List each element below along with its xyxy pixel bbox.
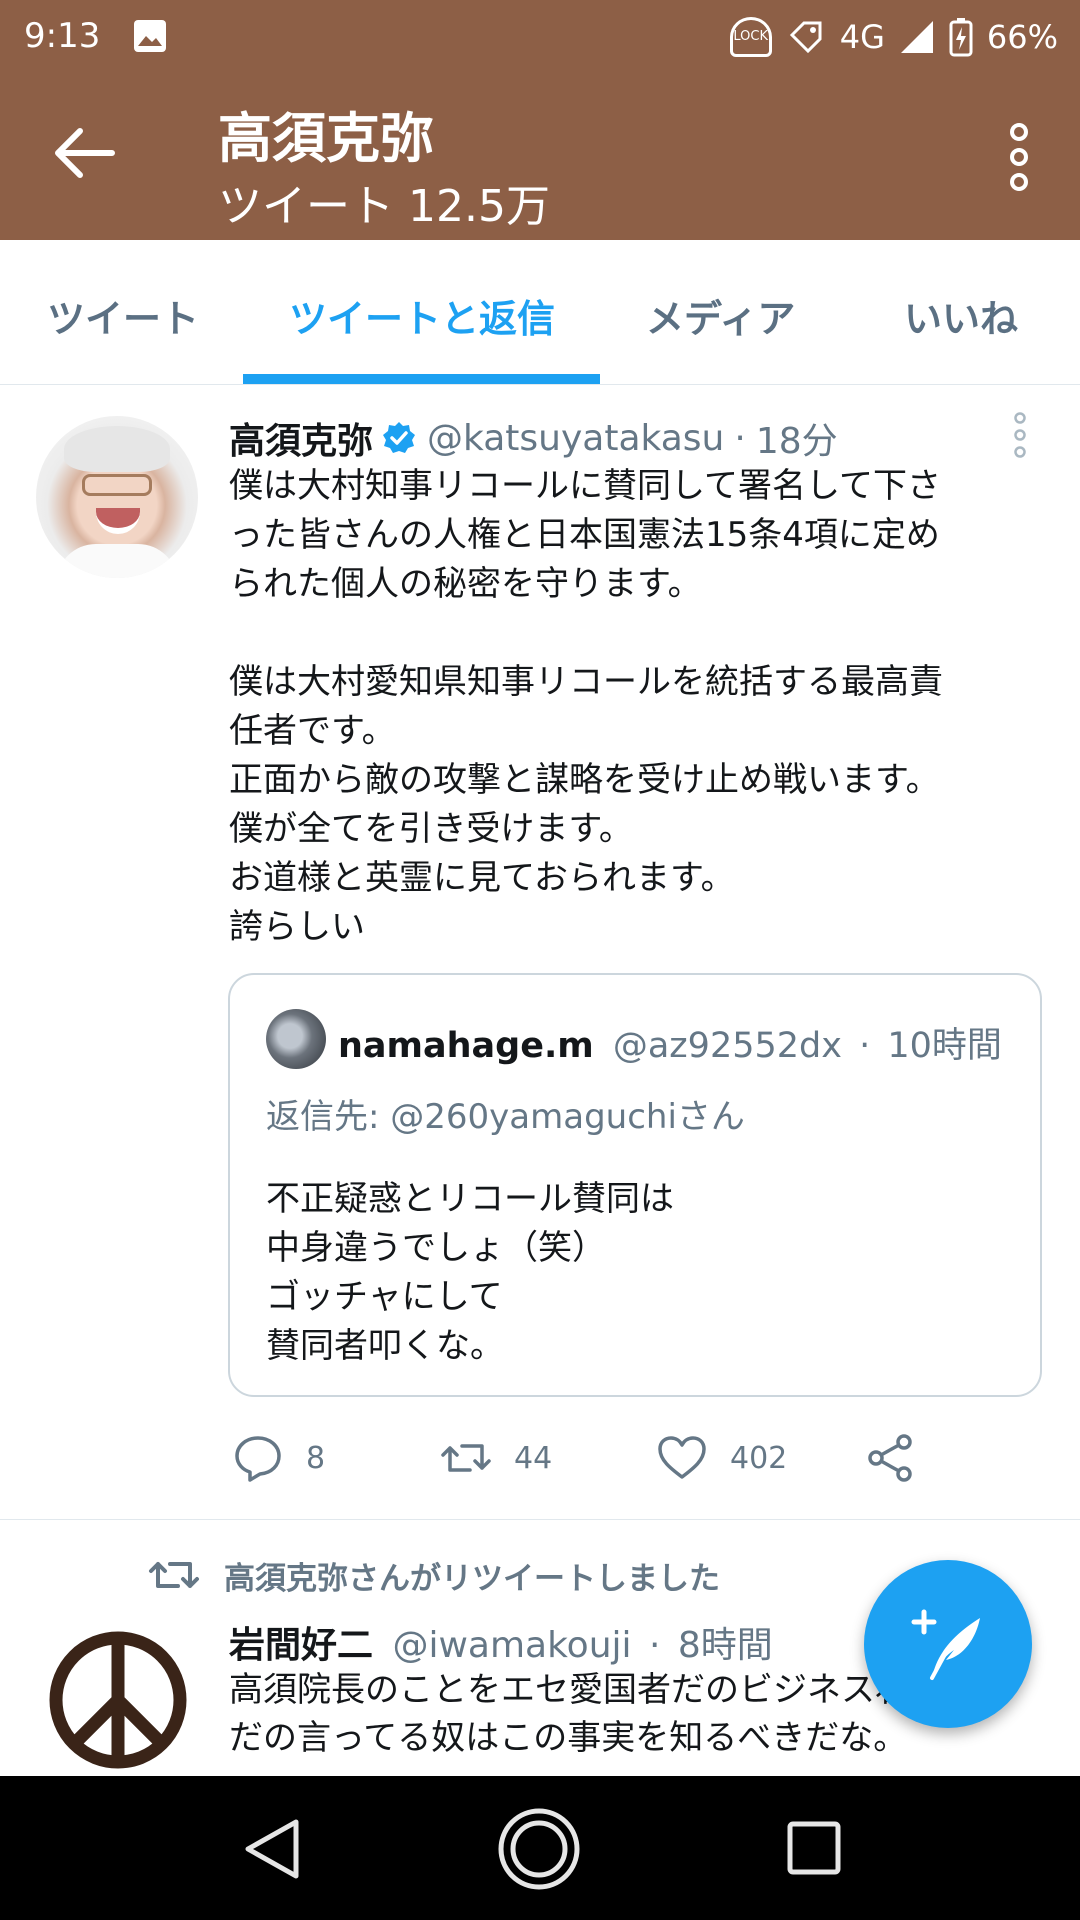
- back-arrow-icon[interactable]: [50, 118, 120, 188]
- retweet-icon: [149, 1562, 199, 1588]
- compose-tweet-button[interactable]: [864, 1560, 1032, 1728]
- tweet-header: 高須克弥 @katsuyatakasu · 18分: [229, 412, 838, 464]
- separator-dot: ·: [734, 417, 746, 459]
- tab-tweets[interactable]: ツイート: [47, 288, 199, 343]
- quoted-avatar: [266, 1009, 326, 1069]
- battery-percent: 66%: [986, 18, 1058, 56]
- status-bar: 9:13 LOCK 4G 66%: [0, 0, 1080, 74]
- retweet-count: 44: [514, 1440, 553, 1476]
- nav-home-icon[interactable]: [496, 1806, 582, 1892]
- tab-likes[interactable]: いいね: [904, 288, 1018, 343]
- tweet-text: 僕は大村知事リコールに賛同して署名して下さ った皆さんの人権と日本国憲法15条4…: [229, 462, 1049, 952]
- avatar[interactable]: [48, 1630, 188, 1770]
- network-type: 4G: [839, 18, 885, 56]
- like-button[interactable]: 402: [656, 1432, 787, 1484]
- tweet-line: られた個人の秘密を守ります。: [229, 564, 702, 604]
- retweet-button[interactable]: 44: [440, 1432, 552, 1484]
- tweet-line: 正面から敵の攻撃と謀略を受け止め戦います。: [229, 760, 940, 800]
- tag-icon: [789, 21, 822, 54]
- quoted-author-handle: @az92552dx: [612, 1026, 842, 1066]
- nav-back-icon[interactable]: [240, 1814, 306, 1884]
- quoted-line: ゴッチャにして: [266, 1277, 503, 1317]
- tweet-header: 岩間好二 @iwamakouji · 8時間: [229, 1616, 773, 1668]
- retweeted-by-text[interactable]: 高須克弥さんがリツイートしました: [224, 1553, 720, 1598]
- tweet-line: 僕は大村愛知県知事リコールを統括する最高責: [229, 662, 943, 702]
- replying-to-handle: @260yamaguchiさん: [390, 1097, 745, 1137]
- compose-feather-icon: [911, 1609, 980, 1680]
- status-time: 9:13: [24, 16, 101, 56]
- tweet-count: ツイート 12.5万: [218, 181, 550, 232]
- avatar[interactable]: [36, 416, 198, 578]
- separator-dot: ·: [859, 1026, 871, 1066]
- battery-icon: [949, 18, 973, 57]
- nav-recents-icon[interactable]: [784, 1818, 844, 1878]
- image-notification-icon: [134, 20, 166, 52]
- replying-to-label: 返信先:: [266, 1097, 391, 1137]
- tab-media[interactable]: メディア: [646, 288, 795, 343]
- tweet-line: 僕は大村知事リコールに賛同して署名して下さ: [229, 466, 941, 506]
- tweet-author-handle[interactable]: @iwamakouji: [392, 1625, 631, 1666]
- profile-header: 高須克弥 ツイート 12.5万: [0, 74, 1080, 240]
- share-icon: [868, 1434, 912, 1482]
- tweet-author-name[interactable]: 高須克弥: [229, 412, 373, 464]
- tweet-line: 僕が全てを引き受けます。: [229, 809, 633, 849]
- share-button[interactable]: [864, 1432, 916, 1484]
- reply-button[interactable]: 8: [232, 1432, 325, 1484]
- tab-tweets-and-replies[interactable]: ツイートと返信: [289, 288, 555, 343]
- reply-count: 8: [306, 1440, 326, 1476]
- quoted-tweet-card[interactable]: namahage.m @az92552dx · 10時間 返信先: @260ya…: [228, 973, 1042, 1397]
- quoted-tweet-header: namahage.m @az92552dx · 10時間: [338, 1017, 1002, 1068]
- tweet-divider: [0, 1519, 1080, 1520]
- retweet-icon: [441, 1444, 491, 1472]
- quoted-line: 中身違うでしょ（笑）: [266, 1228, 606, 1268]
- retweet-context: 高須克弥さんがリツイートしました: [148, 1552, 720, 1598]
- verified-badge-icon: [383, 422, 416, 453]
- quoted-line: 賛同者叩くな。: [266, 1326, 504, 1366]
- tweet-author-name[interactable]: 岩間好二: [229, 1625, 373, 1666]
- reply-icon: [235, 1436, 281, 1482]
- tweet-line: 誇らしい: [229, 907, 365, 947]
- profile-tabs: ツイート ツイートと返信 メディア いいね: [0, 240, 1080, 385]
- quoted-tweet-text: 不正疑惑とリコール賛同は 中身違うでしょ（笑） ゴッチャにして 賛同者叩くな。: [266, 1175, 674, 1371]
- lock-icon: LOCK: [729, 17, 772, 57]
- quoted-timestamp: 10時間: [887, 1026, 1002, 1066]
- more-options-icon[interactable]: [1004, 122, 1034, 192]
- active-tab-indicator: [243, 374, 600, 384]
- replying-to: 返信先: @260yamaguchiさん: [266, 1089, 745, 1138]
- tweet-author-handle[interactable]: @katsuyatakasu: [427, 418, 724, 459]
- tweet-timestamp[interactable]: 8時間: [678, 1625, 773, 1666]
- status-icons: LOCK 4G 66%: [729, 16, 1058, 58]
- quoted-author-name: namahage.m: [338, 1026, 594, 1066]
- tweet-timestamp[interactable]: 18分: [756, 412, 838, 464]
- heart-icon: [658, 1436, 706, 1479]
- tweet-actions: 8 44 402: [228, 1432, 1048, 1488]
- signal-icon: [900, 21, 933, 53]
- tweet-line: お道様と英霊に見ておられます。: [229, 858, 735, 898]
- like-count: 402: [730, 1440, 788, 1476]
- profile-name: 高須克弥: [218, 107, 434, 170]
- tweet-line: 任者です。: [229, 711, 396, 751]
- system-navigation-bar: [0, 1776, 1080, 1920]
- quoted-line: 不正疑惑とリコール賛同は: [266, 1179, 674, 1219]
- tweet-menu-icon[interactable]: [1010, 412, 1030, 458]
- tweet-line: った皆さんの人権と日本国憲法15条4項に定め: [229, 515, 940, 555]
- separator-dot: ·: [648, 1625, 661, 1666]
